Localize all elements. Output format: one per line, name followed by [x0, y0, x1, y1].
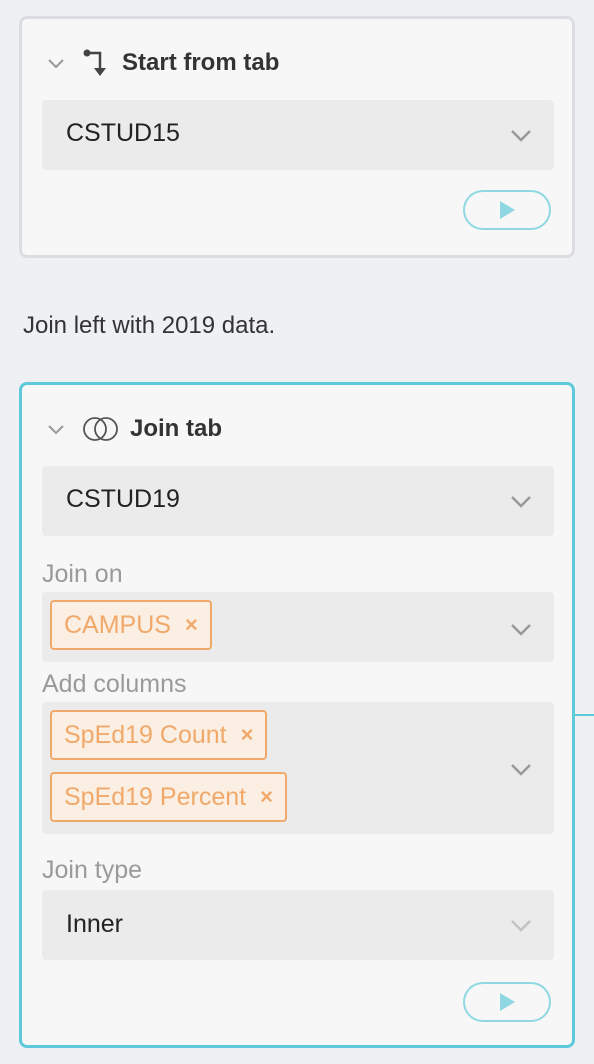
join-type-select-value: Inner — [66, 910, 123, 938]
chevron-down-icon — [511, 496, 531, 508]
start-tab-select[interactable]: CSTUD15 — [42, 100, 554, 170]
chevron-down-icon — [511, 764, 531, 776]
join-on-label: Join on — [42, 560, 123, 588]
add-column-tag: SpEd19 Count × — [50, 710, 268, 760]
start-card-title: Start from tab — [122, 49, 280, 76]
start-branch-icon — [83, 49, 106, 76]
tag-label: SpEd19 Percent — [64, 782, 247, 811]
join-type-label: Join type — [42, 856, 143, 884]
start-card-header[interactable]: Start from tab — [44, 43, 279, 83]
start-tab-select-value: CSTUD15 — [66, 119, 180, 147]
chevron-down-icon — [511, 920, 531, 932]
join-tab-select-value: CSTUD19 — [66, 485, 180, 513]
add-columns-select[interactable]: SpEd19 Count × SpEd19 Percent × — [42, 702, 554, 834]
tag-label: CAMPUS — [64, 610, 171, 639]
tag-remove-icon[interactable]: × — [241, 722, 254, 748]
start-run-button[interactable] — [463, 190, 551, 230]
step-note: Join left with 2019 data. — [23, 312, 276, 339]
start-from-tab-card: Start from tab CSTUD15 — [19, 16, 575, 258]
tag-remove-icon[interactable]: × — [260, 784, 273, 810]
join-tab-card: Join tab CSTUD19 Join on CAMPUS × Add co… — [19, 382, 575, 1048]
venn-join-icon — [83, 417, 118, 441]
chevron-down-icon[interactable] — [44, 417, 68, 441]
join-on-tag: CAMPUS × — [50, 600, 212, 650]
join-on-select[interactable]: CAMPUS × — [42, 592, 554, 662]
play-icon — [500, 993, 515, 1011]
join-tab-select[interactable]: CSTUD19 — [42, 466, 554, 536]
tag-label: SpEd19 Count — [64, 720, 227, 749]
join-type-select[interactable]: Inner — [42, 890, 554, 960]
join-card-title: Join tab — [130, 415, 223, 442]
add-columns-label: Add columns — [42, 670, 187, 698]
join-run-button[interactable] — [463, 982, 551, 1022]
add-column-tag: SpEd19 Percent × — [50, 772, 287, 822]
join-connector-line — [575, 714, 594, 716]
chevron-down-icon — [511, 130, 531, 142]
chevron-down-icon — [511, 624, 531, 636]
chevron-down-icon[interactable] — [44, 51, 68, 75]
tag-remove-icon[interactable]: × — [185, 612, 198, 638]
join-card-header[interactable]: Join tab — [44, 409, 222, 449]
play-icon — [500, 201, 515, 219]
